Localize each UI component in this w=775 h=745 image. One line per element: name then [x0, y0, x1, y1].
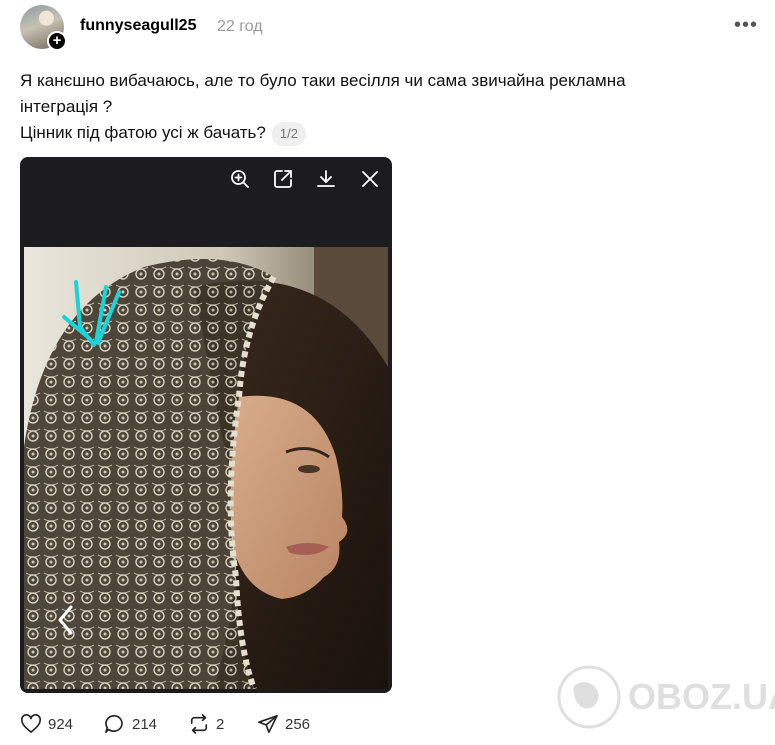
post-text-line: інтеграція ?: [20, 97, 113, 116]
post-time: 22 год: [217, 18, 263, 35]
post-text-line-content: Цінник під фатою усі ж бачать?: [20, 123, 266, 142]
post-text-line: Я канєшно вибачаюсь, але то було таки ве…: [20, 71, 626, 90]
username[interactable]: funnyseagull25: [80, 17, 196, 35]
open-external-icon[interactable]: [271, 167, 295, 191]
comment-icon: [105, 714, 123, 733]
repost-button[interactable]: 2: [188, 714, 224, 734]
post-text-line: Цінник під фатою усі ж бачать? 1/2: [20, 120, 720, 146]
watermark: OBOZ.UA: [556, 664, 775, 730]
follow-plus-icon[interactable]: +: [47, 31, 67, 51]
media-viewer[interactable]: [20, 157, 392, 693]
comment-button[interactable]: 214: [104, 714, 157, 734]
repost-count: 2: [216, 715, 225, 733]
share-count: 256: [285, 715, 311, 733]
repost-icon: [190, 714, 208, 734]
download-icon[interactable]: [314, 167, 338, 191]
post-photo[interactable]: [24, 247, 388, 689]
image-counter: 1/2: [271, 121, 306, 146]
close-icon[interactable]: [358, 167, 382, 191]
more-options-icon[interactable]: •••: [734, 14, 758, 37]
chevron-left-icon[interactable]: [56, 603, 76, 637]
send-icon: [258, 715, 278, 733]
share-button[interactable]: 256: [257, 714, 310, 734]
comment-count: 214: [132, 715, 158, 733]
like-count: 924: [48, 715, 74, 733]
globe-logo-icon: [557, 665, 621, 729]
watermark-text: OBOZ.UA: [628, 676, 775, 717]
zoom-in-icon[interactable]: [228, 167, 252, 191]
post-text: Я канєшно вибачаюсь, але то було таки ве…: [20, 68, 720, 146]
heart-icon: [21, 714, 41, 733]
like-button[interactable]: 924: [20, 714, 73, 734]
